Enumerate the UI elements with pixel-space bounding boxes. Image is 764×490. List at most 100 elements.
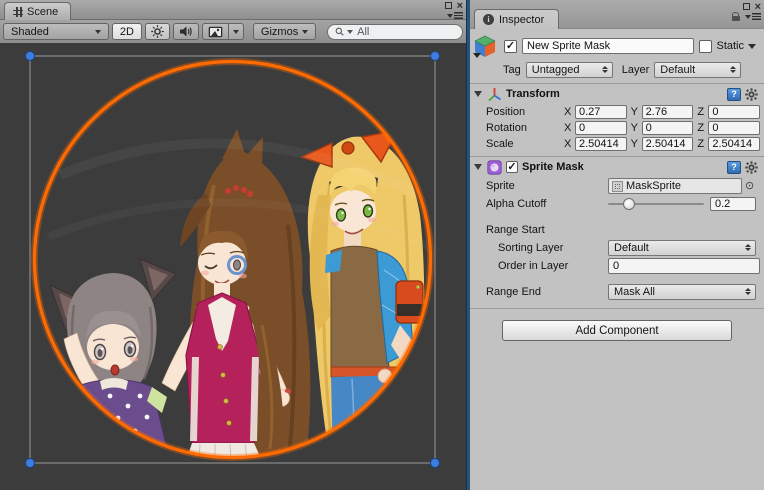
object-picker-icon[interactable]: ⊙ [745,181,756,192]
sprite-object-field[interactable]: MaskSprite [608,178,742,194]
static-group: Static [699,40,756,53]
gameobject-header: ✓ Static [470,29,764,59]
search-input[interactable] [355,25,455,39]
tag-dropdown[interactable]: Untagged [526,62,613,78]
scale-row: Scale X Y Z [470,136,764,152]
handle-top-right[interactable] [431,52,440,61]
scene-tab-bar: Scene × [0,0,466,20]
scale-z-field[interactable] [708,137,760,151]
sprite-mask-icon [487,160,502,175]
search-filter-arrow-icon[interactable] [347,30,353,34]
panel-menu-icon[interactable] [447,12,463,19]
handle-bottom-right[interactable] [431,459,440,468]
shading-mode-label: Shaded [11,26,49,38]
gizmos-dropdown[interactable]: Gizmos [253,23,316,40]
position-x-field[interactable] [575,105,627,119]
shading-mode-dropdown[interactable]: Shaded [3,23,109,40]
close-icon[interactable]: × [457,2,463,10]
rotation-y-field[interactable] [642,121,694,135]
sprite-mask-enabled-checkbox[interactable]: ✓ [506,161,518,173]
scene-audio-button[interactable] [173,23,199,40]
sprite-mask-title: Sprite Mask [522,161,584,173]
tab-inspector[interactable]: i Inspector [474,9,559,29]
help-icon[interactable]: ? [727,161,741,174]
transform-title: Transform [506,88,560,100]
sprite-mask-header[interactable]: ✓ Sprite Mask ? [470,156,764,177]
scene-viewport[interactable] [0,45,466,490]
gameobject-name-field[interactable] [522,38,694,54]
tag-layer-row: Tag Untagged Layer Default [470,59,764,83]
gameobject-icon[interactable] [473,34,499,58]
order-in-layer-row: Order in Layer [470,257,764,275]
range-end-dropdown[interactable]: Mask All [608,284,756,300]
sorting-layer-dropdown[interactable]: Default [608,240,756,256]
alpha-cutoff-row: Alpha Cutoff [470,195,764,213]
alpha-cutoff-value-field[interactable] [710,197,756,211]
lock-icon[interactable] [732,12,740,21]
help-icon[interactable]: ? [727,88,741,101]
transform-header[interactable]: Transform ? [470,83,764,104]
scene-canvas[interactable] [0,45,466,490]
scene-tab-label: Scene [27,6,58,18]
restore-icon[interactable] [445,2,452,9]
position-row: Position X Y Z [470,104,764,120]
foldout-arrow-icon[interactable] [474,164,482,170]
rotation-x-field[interactable] [575,121,627,135]
handle-top-left[interactable] [26,52,35,61]
search-icon [335,26,345,38]
close-icon[interactable]: × [755,3,761,11]
static-label: Static [716,40,744,52]
rotation-row: Rotation X Y Z [470,120,764,136]
sorting-layer-row: Sorting Layer Default [470,239,764,257]
gear-icon [745,161,758,174]
scene-effects-group [202,23,244,40]
gear-menu[interactable] [745,88,758,101]
inspector-window-controls: × [732,2,761,21]
sprite-row: Sprite MaskSprite ⊙ [470,177,764,195]
range-start-row: Range Start [470,221,764,239]
scene-effects-button[interactable] [202,23,229,40]
foldout-arrow-icon[interactable] [474,91,482,97]
gear-icon [745,88,758,101]
active-checkbox[interactable]: ✓ [504,40,517,53]
inspector-tab-bar: i Inspector × [470,0,764,29]
gear-menu[interactable] [745,161,758,174]
position-y-field[interactable] [642,105,694,119]
scene-window-controls: × [445,1,463,20]
scale-y-field[interactable] [642,137,694,151]
static-dropdown-arrow-icon[interactable] [748,44,756,49]
alpha-cutoff-slider[interactable] [608,196,704,212]
dropdown-arrows-icon [745,244,751,251]
toggle-2d-button[interactable]: 2D [112,23,142,40]
panel-menu-icon[interactable] [745,13,761,20]
slider-knob[interactable] [623,198,635,210]
layer-dropdown[interactable]: Default [654,62,741,78]
rotation-z-field[interactable] [708,121,760,135]
static-checkbox[interactable] [699,40,712,53]
restore-icon[interactable] [743,3,750,10]
chevron-down-icon [233,30,239,34]
add-component-button[interactable]: Add Component [502,320,732,341]
scene-search-field[interactable] [327,24,463,40]
dropdown-arrows-icon [730,66,736,73]
masked-sprite-artwork [0,45,466,490]
scene-effects-dropdown[interactable] [229,23,244,40]
scene-toolbar: Shaded 2D [0,20,466,44]
image-icon [208,26,223,38]
tab-scene[interactable]: Scene [4,2,71,20]
tag-label: Tag [503,64,521,76]
position-z-field[interactable] [708,105,760,119]
dropdown-arrows-icon [602,66,608,73]
inspector-panel: i Inspector × [470,0,764,490]
handle-bottom-left[interactable] [26,459,35,468]
chevron-down-icon [95,30,101,34]
transform-icon [487,87,502,102]
order-in-layer-field[interactable] [608,258,760,274]
sun-icon [151,25,164,38]
scene-lighting-button[interactable] [145,23,170,40]
chevron-down-icon [302,30,308,34]
inspector-tab-label: Inspector [499,14,544,26]
add-component-area: Add Component [470,308,764,341]
scene-panel: Scene × Shaded 2D [0,0,466,490]
scale-x-field[interactable] [575,137,627,151]
